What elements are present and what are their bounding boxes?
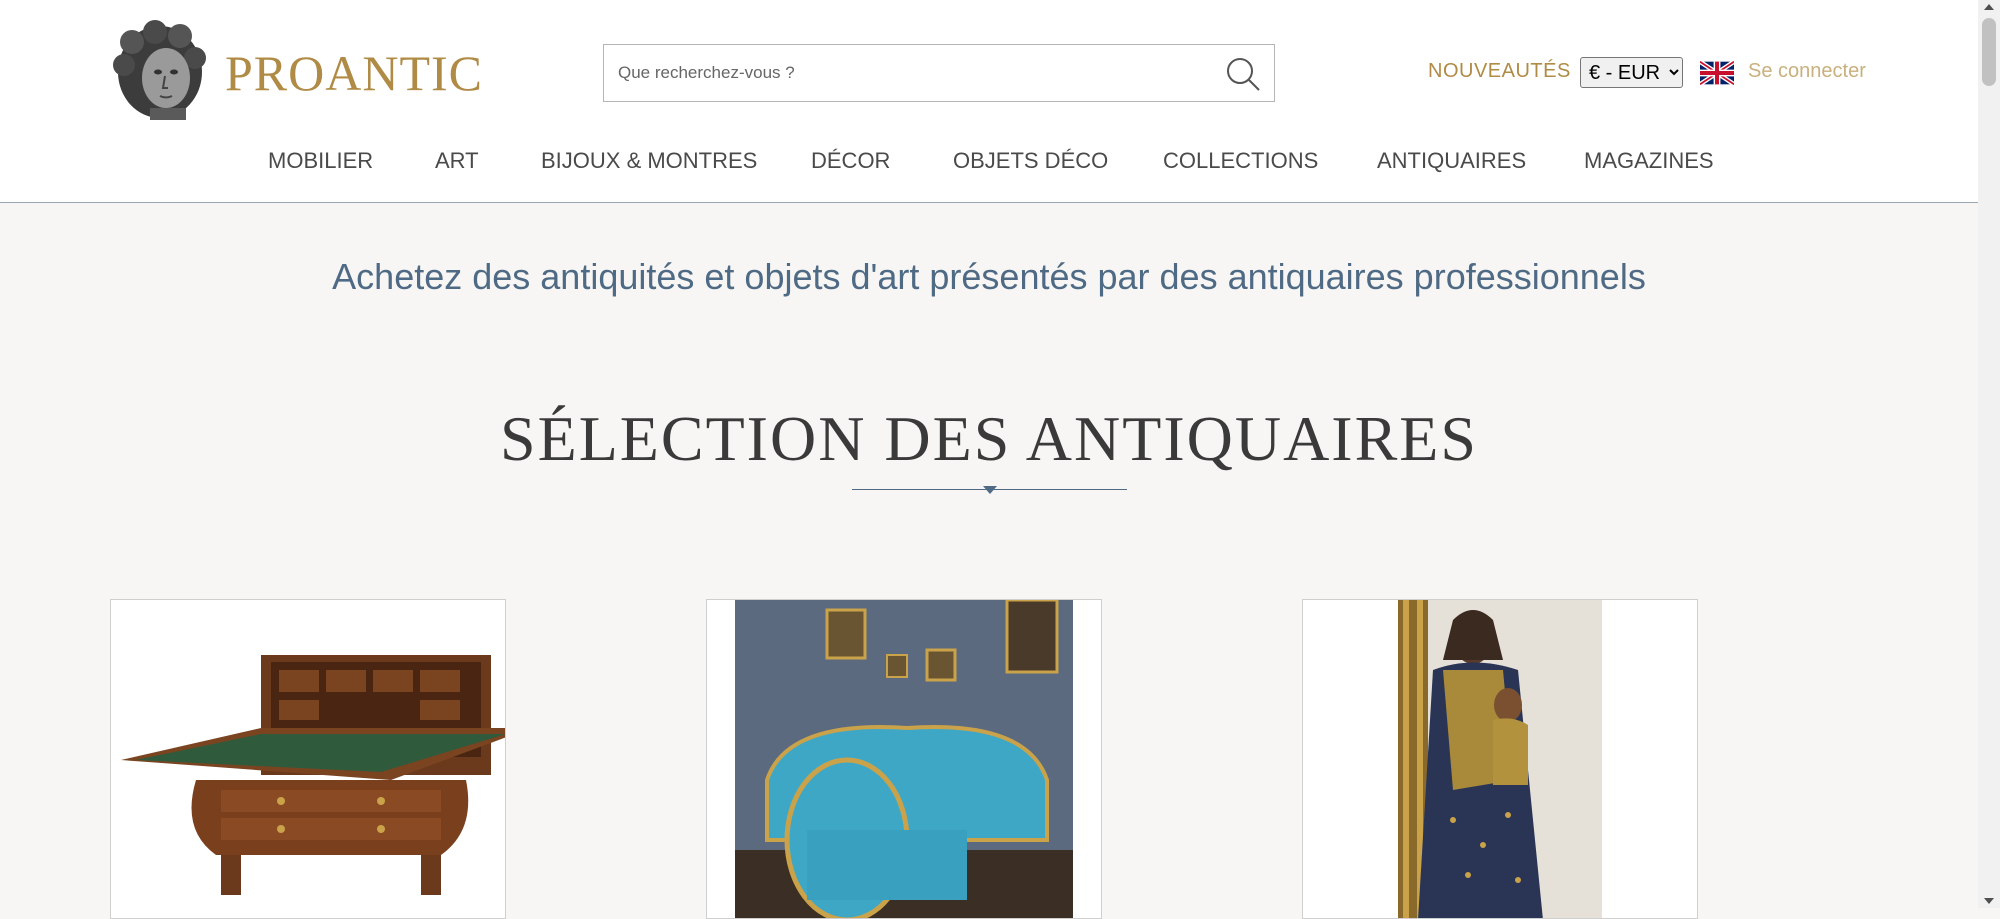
page-scrollbar[interactable] [1978, 0, 2000, 908]
nav-item-mobilier[interactable]: MOBILIER [268, 148, 373, 174]
product-card-1[interactable] [110, 599, 506, 919]
section-title: SÉLECTION DES ANTIQUAIRES [500, 403, 1478, 474]
title-divider-marker [983, 486, 997, 494]
search-icon[interactable] [1224, 55, 1262, 93]
currency-select[interactable]: € - EUR [1580, 57, 1683, 88]
logo-bust-icon[interactable] [110, 20, 210, 122]
product-card-2[interactable] [706, 599, 1102, 919]
page-tagline: Achetez des antiquités et objets d'art p… [332, 256, 1646, 297]
uk-flag-icon[interactable] [1698, 59, 1736, 87]
nav-item-antiquaires[interactable]: ANTIQUAIRES [1377, 148, 1526, 174]
site-header: PROANTIC NOUVEAUTÉS € - EUR Se connecter… [0, 0, 1978, 203]
scroll-down-icon[interactable] [1984, 898, 1994, 904]
login-link[interactable]: Se connecter [1748, 60, 1866, 83]
nouveautes-link[interactable]: NOUVEAUTÉS [1428, 60, 1571, 83]
blue-salon-image [707, 600, 1101, 918]
madonna-statue-image [1303, 600, 1697, 918]
product-card-3[interactable] [1302, 599, 1698, 919]
nav-item-objets-deco[interactable]: OBJETS DÉCO [953, 148, 1108, 174]
scrollbar-thumb[interactable] [1982, 18, 1996, 86]
nav-item-collections[interactable]: COLLECTIONS [1163, 148, 1318, 174]
nav-item-decor[interactable]: DÉCOR [811, 148, 890, 174]
search-input[interactable] [604, 45, 1204, 101]
search-box [603, 44, 1275, 102]
nav-item-magazines[interactable]: MAGAZINES [1584, 148, 1714, 174]
logo-wordmark[interactable]: PROANTIC [225, 44, 483, 102]
secretary-desk-image [111, 600, 505, 918]
main-nav: MOBILIER ART BIJOUX & MONTRES DÉCOR OBJE… [0, 148, 1978, 180]
nav-item-art[interactable]: ART [435, 148, 479, 174]
scroll-up-icon[interactable] [1984, 4, 1994, 10]
nav-item-bijoux-montres[interactable]: BIJOUX & MONTRES [541, 148, 757, 174]
